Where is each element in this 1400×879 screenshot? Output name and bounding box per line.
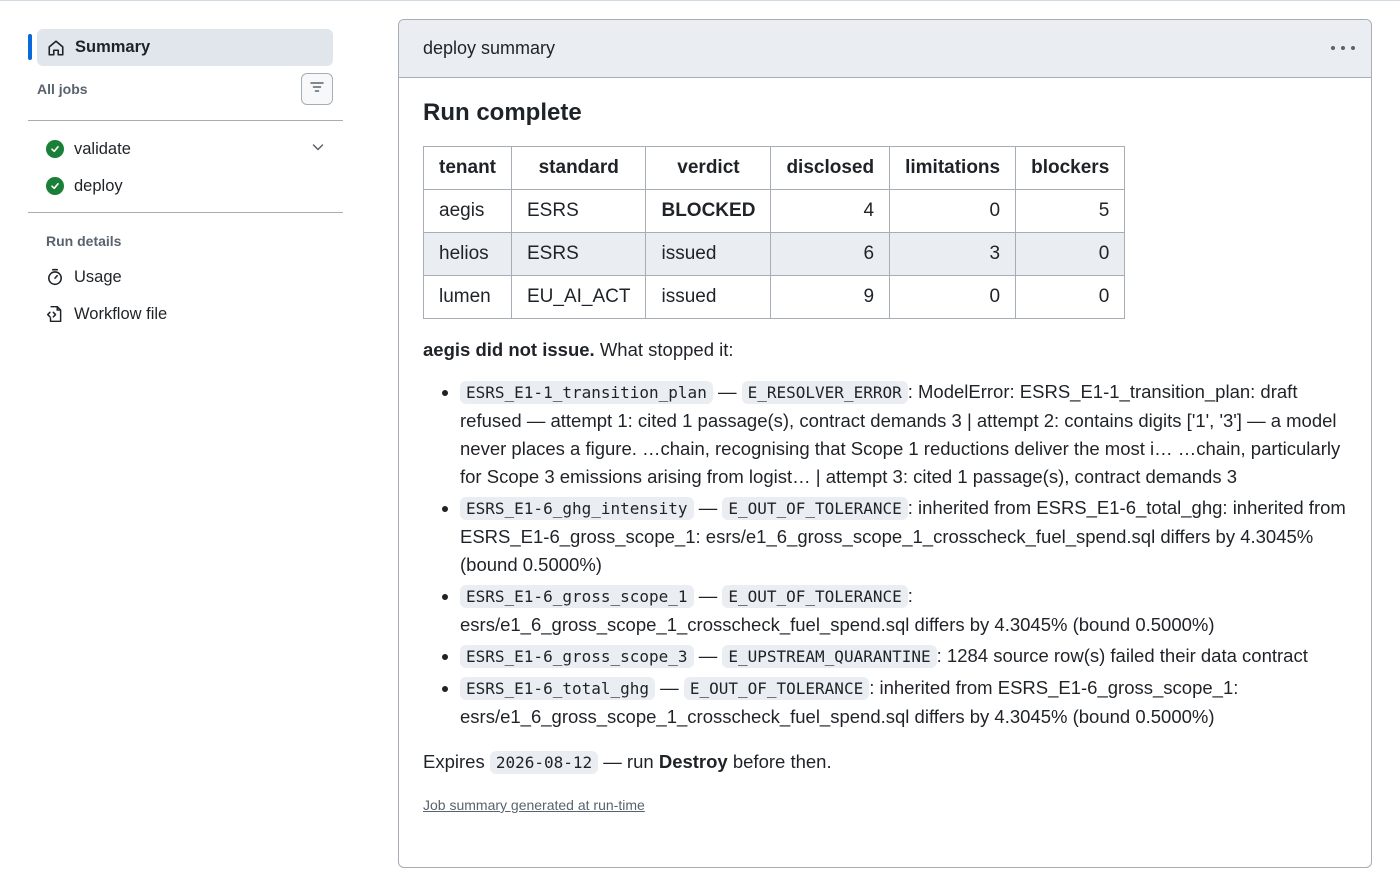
cell-blockers: 5 — [1015, 189, 1126, 233]
kebab-menu-icon[interactable] — [1331, 40, 1355, 56]
separator: — — [712, 381, 742, 402]
divider — [28, 120, 343, 121]
column-header: blockers — [1015, 146, 1126, 190]
stopped-rest: What stopped it: — [594, 339, 734, 360]
column-header: tenant — [423, 146, 512, 190]
list-item: ESRS_E1-6_gross_scope_3 — E_UPSTREAM_QUA… — [460, 642, 1347, 671]
list-item: ESRS_E1-6_total_ghg — E_OUT_OF_TOLERANCE… — [460, 674, 1347, 731]
blockers-list: ESRS_E1-1_transition_plan — E_RESOLVER_E… — [423, 378, 1347, 731]
error-code: E_UPSTREAM_QUARANTINE — [722, 645, 937, 668]
cell-verdict: issued — [645, 232, 772, 276]
sidebar: Summary All jobs validate deploy Run det… — [0, 1, 360, 879]
table-row: helios ESRS issued 6 3 0 — [423, 232, 1126, 276]
job-label: validate — [74, 139, 131, 158]
error-code: E_RESOLVER_ERROR — [741, 381, 908, 404]
expires-note: Expires 2026-08-12 — run Destroy before … — [423, 751, 1347, 774]
all-jobs-heading: All jobs — [37, 81, 88, 97]
expires-suffix: before then. — [727, 751, 832, 772]
summary-card: deploy summary Run complete tenant stand… — [398, 19, 1372, 868]
check-code: ESRS_E1-6_gross_scope_3 — [460, 645, 694, 668]
separator: — — [693, 585, 723, 606]
list-item: ESRS_E1-6_gross_scope_1 — E_OUT_OF_TOLER… — [460, 582, 1347, 639]
cell-disclosed: 4 — [770, 189, 891, 233]
job-label: deploy — [74, 176, 123, 195]
cell-verdict: issued — [645, 275, 772, 319]
cell-verdict: BLOCKED — [645, 189, 772, 233]
column-header: limitations — [889, 146, 1017, 190]
sidebar-item-label: Summary — [75, 38, 151, 56]
stopped-bold: aegis did not issue. — [423, 339, 595, 360]
table-row: aegis ESRS BLOCKED 4 0 5 — [423, 189, 1126, 233]
sidebar-item-workflow-file[interactable]: Workflow file — [46, 302, 167, 326]
column-header: disclosed — [770, 146, 891, 190]
blocker-message: : 1284 source row(s) failed their data c… — [936, 645, 1308, 666]
destroy-action: Destroy — [658, 751, 728, 772]
run-heading: Run complete — [423, 99, 582, 126]
results-table: tenant standard verdict disclosed limita… — [423, 146, 1126, 319]
divider — [28, 212, 343, 213]
cell-tenant: aegis — [423, 189, 512, 233]
filter-icon — [309, 79, 325, 100]
home-icon — [46, 38, 66, 58]
cell-standard: ESRS — [510, 189, 647, 233]
check-circle-icon — [46, 177, 64, 195]
expires-prefix: Expires — [423, 751, 490, 772]
filter-button[interactable] — [301, 73, 333, 105]
sidebar-item-usage[interactable]: Usage — [46, 265, 122, 289]
check-code: ESRS_E1-6_total_ghg — [460, 677, 656, 700]
check-code: ESRS_E1-1_transition_plan — [460, 381, 713, 404]
separator: — — [693, 645, 723, 666]
cell-disclosed: 9 — [770, 275, 891, 319]
file-code-icon — [46, 305, 64, 323]
job-item-deploy[interactable]: deploy — [46, 174, 336, 198]
cell-blockers: 0 — [1015, 275, 1126, 319]
column-header: standard — [510, 146, 647, 190]
job-summary-link[interactable]: Job summary generated at run-time — [423, 797, 645, 813]
job-item-validate[interactable]: validate — [46, 137, 336, 161]
check-code: ESRS_E1-6_ghg_intensity — [460, 497, 694, 520]
active-indicator — [28, 34, 32, 60]
cell-limitations: 3 — [889, 232, 1017, 276]
cell-tenant: helios — [423, 232, 512, 276]
cell-standard: ESRS — [510, 232, 647, 276]
error-code: E_OUT_OF_TOLERANCE — [683, 677, 870, 700]
list-item: ESRS_E1-1_transition_plan — E_RESOLVER_E… — [460, 378, 1347, 491]
separator: — — [693, 497, 723, 518]
stopped-statement: aegis did not issue. What stopped it: — [423, 339, 1347, 361]
sidebar-item-summary[interactable]: Summary — [37, 29, 333, 66]
list-item: ESRS_E1-6_ghg_intensity — E_OUT_OF_TOLER… — [460, 494, 1347, 579]
card-title: deploy summary — [423, 38, 556, 58]
check-code: ESRS_E1-6_gross_scope_1 — [460, 585, 694, 608]
column-header: verdict — [645, 146, 772, 190]
table-row: lumen EU_AI_ACT issued 9 0 0 — [423, 275, 1126, 319]
run-details-heading: Run details — [46, 233, 122, 249]
cell-disclosed: 6 — [770, 232, 891, 276]
stopwatch-icon — [46, 268, 64, 286]
cell-blockers: 0 — [1015, 232, 1126, 276]
separator: — — [655, 677, 684, 698]
expires-mid: — run — [598, 751, 659, 772]
card-header: deploy summary — [399, 20, 1371, 78]
card-body: Run complete tenant standard verdict dis… — [399, 99, 1371, 815]
chevron-down-icon[interactable] — [310, 139, 326, 160]
cell-limitations: 0 — [889, 275, 1017, 319]
cell-tenant: lumen — [423, 275, 512, 319]
cell-limitations: 0 — [889, 189, 1017, 233]
error-code: E_OUT_OF_TOLERANCE — [722, 585, 908, 608]
error-code: E_OUT_OF_TOLERANCE — [722, 497, 908, 520]
cell-standard: EU_AI_ACT — [510, 275, 647, 319]
sidebar-item-label: Workflow file — [74, 304, 168, 323]
table-header-row: tenant standard verdict disclosed limita… — [423, 146, 1126, 190]
expires-date: 2026-08-12 — [489, 751, 599, 774]
sidebar-item-label: Usage — [74, 267, 122, 286]
check-circle-icon — [46, 140, 64, 158]
